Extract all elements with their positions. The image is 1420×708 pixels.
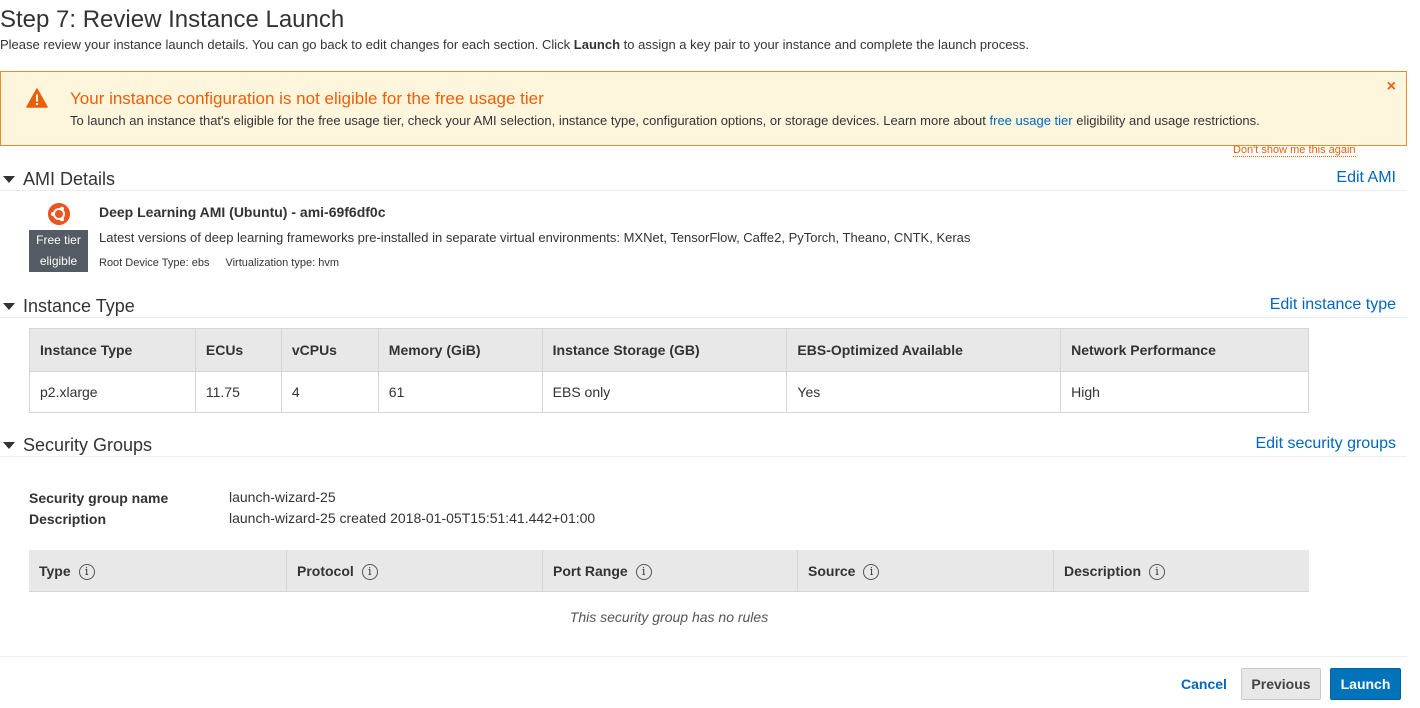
info-icon[interactable]: i	[361, 564, 378, 581]
collapse-triangle-icon[interactable]	[3, 442, 15, 449]
close-warning-icon[interactable]: ×	[1387, 78, 1396, 96]
col-description: Description i	[1053, 550, 1309, 592]
sg-description-label: Description	[29, 511, 107, 527]
free-usage-tier-link[interactable]: free usage tier	[990, 113, 1073, 128]
ami-description: Latest versions of deep learning framewo…	[99, 230, 971, 245]
instance-type-title: Instance Type	[23, 296, 135, 316]
col-protocol-label: Protocol	[297, 563, 354, 579]
intro-text-before: Please review your instance launch detai…	[0, 37, 574, 52]
ami-name: Deep Learning AMI (Ubuntu) - ami-69f6df0…	[99, 204, 386, 220]
col-ecus: ECUs	[194, 328, 282, 372]
instance-type-header[interactable]: Instance Type Edit instance type	[0, 296, 1407, 318]
cell-network-performance: High	[1060, 371, 1309, 413]
col-port-range-label: Port Range	[553, 563, 628, 579]
cell-ecus: 11.75	[194, 371, 282, 413]
intro-text-after: to assign a key pair to your instance an…	[620, 37, 1030, 52]
footer-divider	[0, 656, 1407, 657]
instance-type-table: Instance Type ECUs vCPUs Memory (GiB) In…	[29, 328, 1309, 413]
col-network-performance: Network Performance	[1060, 328, 1309, 372]
ubuntu-logo-icon	[48, 203, 70, 225]
col-ebs-optimized: EBS-Optimized Available	[786, 328, 1062, 372]
intro-text-bold: Launch	[573, 37, 621, 52]
previous-button[interactable]: Previous	[1241, 668, 1321, 700]
security-groups-title: Security Groups	[23, 435, 153, 455]
launch-button[interactable]: Launch	[1330, 668, 1401, 700]
sg-name-label: Security group name	[29, 490, 169, 506]
col-port-range: Port Range i	[542, 550, 797, 592]
virtualization-type: Virtualization type: hvm	[225, 257, 339, 269]
col-type: Type i	[29, 550, 286, 592]
warning-triangle-icon	[26, 88, 48, 108]
info-icon[interactable]: i	[635, 564, 652, 581]
cell-instance-storage: EBS only	[541, 371, 788, 413]
no-rules-message: This security group has no rules	[569, 609, 769, 625]
edit-ami-link[interactable]: Edit AMI	[1336, 169, 1396, 187]
warning-body-after: eligibility and usage restrictions.	[1072, 113, 1260, 128]
cell-ebs-optimized: Yes	[786, 371, 1062, 413]
sg-description-value: launch-wizard-25 created 2018-01-05T15:5…	[229, 510, 596, 526]
edit-security-groups-link[interactable]: Edit security groups	[1255, 435, 1396, 453]
free-tier-warning-banner: Your instance configuration is not eligi…	[0, 71, 1407, 146]
root-device-type: Root Device Type: ebs	[99, 257, 210, 269]
page-title: Step 7: Review Instance Launch	[0, 6, 345, 33]
col-type-label: Type	[39, 563, 71, 579]
dont-show-again-link[interactable]: Don't show me this again	[1233, 144, 1356, 157]
warning-body-before: To launch an instance that's eligible fo…	[70, 113, 990, 128]
edit-instance-type-link[interactable]: Edit instance type	[1270, 296, 1396, 314]
col-source-label: Source	[808, 563, 856, 579]
page-intro: Please review your instance launch detai…	[0, 37, 1029, 52]
ami-details-header[interactable]: AMI Details Edit AMI	[0, 169, 1407, 191]
warning-body: To launch an instance that's eligible fo…	[70, 113, 1260, 128]
info-icon[interactable]: i	[863, 564, 880, 581]
table-row: p2.xlarge 11.75 4 61 EBS only Yes High	[29, 371, 1309, 413]
ami-details-title: AMI Details	[23, 169, 116, 189]
warning-title: Your instance configuration is not eligi…	[70, 89, 544, 108]
cancel-button[interactable]: Cancel	[1181, 676, 1227, 692]
col-source: Source i	[797, 550, 1053, 592]
security-rules-table-header: Type i Protocol i Port Range i Source i Desc…	[29, 550, 1309, 592]
cell-memory: 61	[377, 371, 543, 413]
col-vcpus: vCPUs	[280, 328, 379, 372]
free-tier-line1: Free tier	[36, 233, 81, 247]
cell-vcpus: 4	[280, 371, 379, 413]
cell-instance-type: p2.xlarge	[29, 371, 196, 413]
ami-meta: Root Device Type: ebs Virtualization type…	[99, 257, 339, 269]
col-description-label: Description	[1064, 563, 1142, 579]
security-groups-header[interactable]: Security Groups Edit security groups	[0, 435, 1407, 457]
col-protocol: Protocol i	[286, 550, 542, 592]
col-instance-storage: Instance Storage (GB)	[541, 328, 788, 372]
col-memory: Memory (GiB)	[377, 328, 543, 372]
table-header-row: Instance Type ECUs vCPUs Memory (GiB) In…	[29, 328, 1309, 372]
free-tier-eligible-badge: Free tier eligible	[29, 230, 88, 272]
collapse-triangle-icon[interactable]	[3, 176, 15, 183]
col-instance-type: Instance Type	[29, 328, 196, 372]
info-icon[interactable]: i	[78, 564, 95, 581]
free-tier-line2: eligible	[39, 254, 78, 268]
collapse-triangle-icon[interactable]	[3, 303, 15, 310]
info-icon[interactable]: i	[1149, 564, 1166, 581]
sg-name-value: launch-wizard-25	[229, 489, 336, 505]
